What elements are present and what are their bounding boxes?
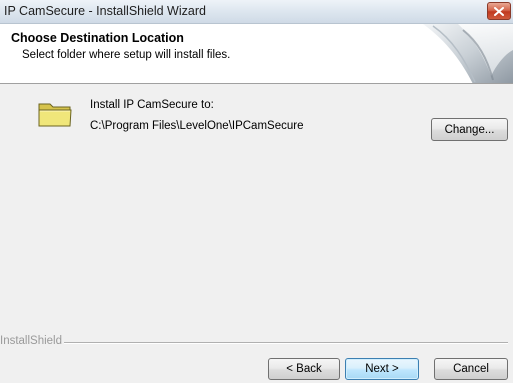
installer-window: IP CamSecure - InstallShield Wizard Choo… bbox=[0, 0, 513, 383]
page-title: Choose Destination Location bbox=[11, 31, 184, 45]
install-path: C:\Program Files\LevelOne\IPCamSecure bbox=[90, 120, 304, 132]
cancel-button[interactable]: Cancel bbox=[434, 358, 508, 380]
wizard-header-graphic bbox=[423, 24, 513, 83]
install-location-label: Install IP CamSecure to: bbox=[90, 99, 214, 111]
page-subtitle: Select folder where setup will install f… bbox=[22, 49, 231, 61]
close-icon bbox=[494, 6, 504, 16]
title-bar[interactable]: IP CamSecure - InstallShield Wizard bbox=[0, 0, 513, 24]
folder-icon bbox=[38, 103, 72, 127]
window-title: IP CamSecure - InstallShield Wizard bbox=[4, 4, 206, 18]
change-button[interactable]: Change... bbox=[431, 118, 508, 141]
footer-divider bbox=[64, 342, 508, 344]
wizard-header: Choose Destination Location Select folde… bbox=[0, 24, 513, 84]
close-button[interactable] bbox=[487, 2, 511, 20]
next-button[interactable]: Next > bbox=[345, 358, 419, 380]
back-button[interactable]: < Back bbox=[268, 358, 340, 380]
installshield-brand: InstallShield bbox=[0, 335, 63, 347]
